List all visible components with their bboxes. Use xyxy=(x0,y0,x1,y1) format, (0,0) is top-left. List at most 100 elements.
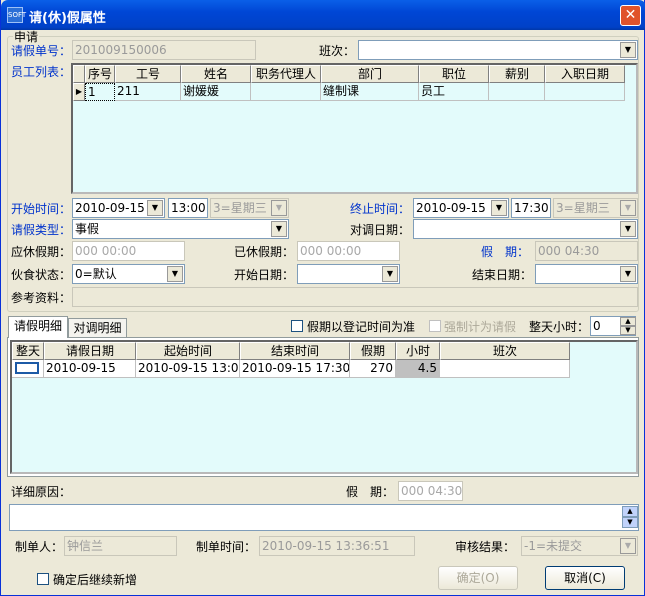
col-header[interactable]: 整天 xyxy=(12,342,44,360)
scroll-down-icon[interactable]: ▼ xyxy=(622,517,638,528)
begin-date-combo[interactable]: ▼ xyxy=(297,264,400,284)
by-register-label: 假期以登记时间为准 xyxy=(307,320,416,334)
start-date-value: 2010-09-15 xyxy=(75,201,145,215)
col-header[interactable]: 假期 xyxy=(350,342,396,360)
table-cell[interactable] xyxy=(489,83,545,101)
chevron-down-icon[interactable]: ▼ xyxy=(620,42,636,58)
start-time-label: 开始时间： xyxy=(11,202,72,216)
chevron-down-icon[interactable]: ▼ xyxy=(620,200,636,216)
by-register-checkbox[interactable] xyxy=(291,320,303,332)
table-cell[interactable] xyxy=(440,360,570,378)
leave-properties-window: SOFT 请(休)假属性 ✕ 申请 请假单号： 201009150006 班次：… xyxy=(0,0,645,596)
end-date-value: 2010-09-15 xyxy=(416,201,486,215)
chevron-down-icon[interactable]: ▼ xyxy=(382,266,398,282)
ref-label: 参考资料： xyxy=(11,291,72,305)
col-header[interactable]: 结束时间 xyxy=(240,342,350,360)
window-title: 请(休)假属性 xyxy=(29,11,106,26)
col-header[interactable]: 姓名 xyxy=(181,65,251,83)
end-date-combo[interactable]: 2010-09-15 ▼ xyxy=(413,198,509,218)
holiday-label: 假 期： xyxy=(481,245,530,259)
shift-combo[interactable]: ▼ xyxy=(358,40,638,60)
leave-no-field[interactable]: 201009150006 xyxy=(72,40,256,60)
start-date-combo[interactable]: 2010-09-15 ▼ xyxy=(72,198,165,218)
full-day-hours-label: 整天小时： xyxy=(529,320,590,334)
employee-grid[interactable]: 序号 工号 姓名 职务代理人 部门 职位 薪别 入职日期 ▶ 1 211 谢媛媛… xyxy=(71,63,638,194)
swap-date-combo[interactable]: ▼ xyxy=(413,219,638,239)
col-header[interactable]: 请假日期 xyxy=(44,342,136,360)
table-cell[interactable] xyxy=(545,83,625,101)
reason-textarea[interactable] xyxy=(9,504,639,531)
col-header[interactable]: 小时 xyxy=(396,342,440,360)
table-cell[interactable]: 缝制课 xyxy=(321,83,419,101)
current-row-indicator-icon: ▶ xyxy=(73,83,85,101)
col-header[interactable]: 职位 xyxy=(419,65,489,83)
table-cell[interactable]: 2010-09-15 17:30:00 xyxy=(240,360,350,378)
detail-grid[interactable]: 整天 请假日期 起始时间 结束时间 假期 小时 班次 2010-09-15 20… xyxy=(10,340,638,474)
finish-date-label: 结束日期： xyxy=(472,268,533,282)
table-cell[interactable]: 1 xyxy=(85,83,115,101)
continue-checkbox[interactable] xyxy=(37,573,49,585)
end-weekday-combo[interactable]: 3=星期三 ▼ xyxy=(553,198,638,218)
chevron-down-icon[interactable]: ▼ xyxy=(620,538,636,554)
tab-swap-detail[interactable]: 对调明细 xyxy=(68,318,127,338)
col-header[interactable]: 工号 xyxy=(115,65,181,83)
force-leave-checkbox[interactable] xyxy=(429,320,441,332)
table-cell[interactable]: 211 xyxy=(115,83,181,101)
finish-date-combo[interactable]: ▼ xyxy=(535,264,638,284)
table-cell[interactable]: 270 xyxy=(350,360,396,378)
end-time-field[interactable]: 17:30 xyxy=(511,198,551,218)
col-header[interactable]: 起始时间 xyxy=(136,342,240,360)
chevron-down-icon[interactable]: ▼ xyxy=(271,221,287,237)
tab-leave-detail[interactable]: 请假明细 xyxy=(8,316,68,338)
scroll-up-icon[interactable]: ▲ xyxy=(622,506,638,517)
chevron-down-icon[interactable]: ▼ xyxy=(147,200,163,216)
ref-field[interactable] xyxy=(72,287,638,307)
ok-button[interactable]: 确定(O) xyxy=(438,566,518,590)
shift-label: 班次： xyxy=(319,44,356,58)
leave-type-combo[interactable]: 事假 ▼ xyxy=(72,219,289,239)
chevron-down-icon[interactable]: ▼ xyxy=(620,266,636,282)
due-rest-field[interactable]: 000 00:00 xyxy=(72,241,185,261)
col-header[interactable]: 班次 xyxy=(440,342,570,360)
created-time-field[interactable]: 2010-09-15 13:36:51 xyxy=(259,536,415,556)
audit-combo[interactable]: -1=未提交 ▼ xyxy=(521,536,638,556)
leave-type-value: 事假 xyxy=(75,222,100,236)
spin-down-icon[interactable]: ▼ xyxy=(620,326,636,335)
spin-up-icon[interactable]: ▲ xyxy=(620,317,636,326)
col-header[interactable]: 薪别 xyxy=(489,65,545,83)
chevron-down-icon[interactable]: ▼ xyxy=(271,200,287,216)
begin-date-label: 开始日期： xyxy=(234,268,295,282)
start-weekday-combo[interactable]: 3=星期三 ▼ xyxy=(210,198,289,218)
cancel-button[interactable]: 取消(C) xyxy=(545,566,625,590)
holiday-field[interactable]: 000 04:30 xyxy=(535,241,638,261)
chevron-down-icon[interactable]: ▼ xyxy=(167,266,183,282)
col-header[interactable]: 序号 xyxy=(85,65,115,83)
bottom-holiday-field[interactable]: 000 04:30 xyxy=(398,481,463,501)
table-cell[interactable]: 员工 xyxy=(419,83,489,101)
rested-field[interactable]: 000 00:00 xyxy=(297,241,400,261)
table-cell[interactable]: 2010-09-15 xyxy=(44,360,136,378)
col-header[interactable]: 入职日期 xyxy=(545,65,625,83)
full-day-checkbox[interactable] xyxy=(15,362,39,374)
col-header[interactable]: 职务代理人 xyxy=(251,65,321,83)
start-weekday-value: 3=星期三 xyxy=(213,201,267,215)
tab-panel: 整天 请假日期 起始时间 结束时间 假期 小时 班次 2010-09-15 20… xyxy=(7,337,639,477)
col-header[interactable]: 部门 xyxy=(321,65,419,83)
chevron-down-icon[interactable]: ▼ xyxy=(491,200,507,216)
creator-field[interactable]: 钟信兰 xyxy=(64,536,177,556)
meal-combo[interactable]: 0=默认 ▼ xyxy=(72,264,185,284)
leave-type-label: 请假类型： xyxy=(11,223,72,237)
chevron-down-icon[interactable]: ▼ xyxy=(620,221,636,237)
table-cell[interactable]: 谢媛媛 xyxy=(181,83,251,101)
close-button[interactable]: ✕ xyxy=(620,5,641,26)
created-time-label: 制单时间： xyxy=(196,540,257,554)
reason-label: 详细原因： xyxy=(11,485,72,499)
table-cell[interactable]: 2010-09-15 13:00:00 xyxy=(136,360,240,378)
app-icon: SOFT xyxy=(7,7,26,23)
hours-cell[interactable]: 4.5 xyxy=(396,360,440,378)
full-day-cell[interactable] xyxy=(12,360,44,378)
swap-date-label: 对调日期： xyxy=(350,223,411,237)
start-time-field[interactable]: 13:00 xyxy=(168,198,208,218)
table-cell[interactable] xyxy=(251,83,321,101)
bottom-holiday-label: 假 期： xyxy=(346,485,395,499)
